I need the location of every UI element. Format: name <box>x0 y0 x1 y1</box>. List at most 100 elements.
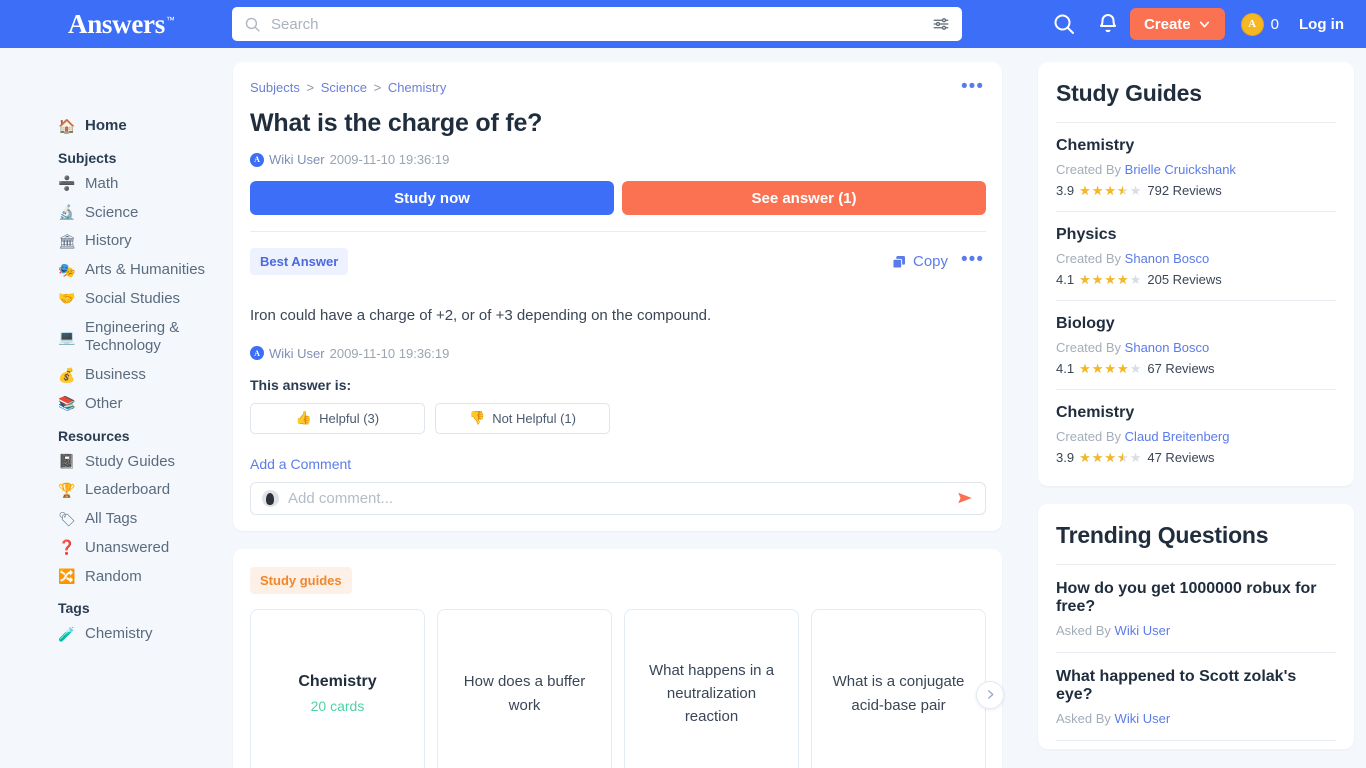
study-guide-card[interactable]: How does a buffer work <box>437 608 612 768</box>
sidebar-item-social-studies[interactable]: 🤝 Social Studies <box>0 285 233 314</box>
add-a-comment-link[interactable]: Add a Comment <box>250 456 351 472</box>
not-helpful-button[interactable]: 👎 Not Helpful (1) <box>435 402 610 434</box>
rating-value: 3.9 <box>1056 183 1075 198</box>
sidebar-item-home[interactable]: 🏠 Home <box>0 112 233 141</box>
asker-link[interactable]: Wiki User <box>1115 623 1171 638</box>
rating-value: 3.9 <box>1056 450 1075 465</box>
site-logo[interactable]: Answers™ <box>68 10 175 38</box>
study-guide-card[interactable]: Chemistry 20 cards <box>250 608 425 768</box>
sidebar-item-arts-humanities[interactable]: 🎭 Arts & Humanities <box>0 256 233 285</box>
left-sidebar: 🏠 Home Subjects ➗ Math 🔬 Science 🏛 Histo… <box>0 48 233 768</box>
status-badge: Best Answer <box>250 248 349 275</box>
question-more-options-button[interactable]: ••• <box>959 77 986 98</box>
see-answer-button[interactable]: See answer (1) <box>622 181 986 215</box>
sidebar-item-label: Social Studies <box>85 289 181 307</box>
laptop-icon: 💻 <box>58 328 76 345</box>
sidebar-heading-resources: Resources <box>58 427 130 444</box>
shuffle-icon: 🔀 <box>58 568 76 585</box>
sidebar-item-unanswered[interactable]: ❓ Unanswered <box>0 534 233 563</box>
sidebar-item-label: Arts & Humanities <box>85 261 206 278</box>
sidebar-item-random[interactable]: 🔀 Random <box>0 563 233 592</box>
breadcrumb-item-chemistry[interactable]: Chemistry <box>388 80 447 95</box>
sidebar-item-label: Business <box>85 366 146 383</box>
helpful-button[interactable]: 👍 Helpful (3) <box>250 402 425 434</box>
thumbs-up-icon: 👍 <box>295 410 313 425</box>
reviews-count: 792 Reviews <box>1147 183 1222 198</box>
sidebar-item-other[interactable]: 📚 Other <box>0 390 233 419</box>
study-guide-name[interactable]: Chemistry <box>1056 404 1336 422</box>
rating-row: 3.9 ★★★★★★★★★★ 47 Reviews <box>1056 450 1336 465</box>
study-guide-card[interactable]: What happens in a neutralization reactio… <box>624 608 799 768</box>
study-guide-card[interactable]: What is a conjugate acid-base pair <box>811 608 986 768</box>
creator-link[interactable]: Shanon Bosco <box>1125 251 1210 266</box>
question-action-buttons: Study now See answer (1) <box>250 181 986 215</box>
rating-row: 4.1 ★★★★★★★★★★ 67 Reviews <box>1056 361 1336 376</box>
question-author[interactable]: Wiki User <box>269 152 325 167</box>
sidebar-item-label: Study Guides <box>85 452 176 470</box>
study-guide-name[interactable]: Physics <box>1056 226 1336 244</box>
tag-icon: 🏷 <box>58 510 76 527</box>
carousel-next-button[interactable] <box>976 680 1004 709</box>
trending-questions-heading: Trending Questions <box>1056 522 1269 548</box>
answer-more-options-button[interactable]: ••• <box>959 250 986 271</box>
rating-value: 4.1 <box>1056 361 1075 376</box>
sidebar-item-math[interactable]: ➗ Math <box>0 170 233 199</box>
breadcrumb-item-subjects[interactable]: Subjects <box>250 80 300 95</box>
study-guide-name[interactable]: Biology <box>1056 315 1336 333</box>
page-title: What is the charge of fe? <box>250 109 543 137</box>
trending-question[interactable]: What happened to Scott zolak's eye? <box>1056 668 1336 704</box>
points-badge[interactable]: A 0 <box>1240 12 1279 36</box>
list-item: Chemistry Created By Brielle Cruickshank… <box>1056 123 1336 212</box>
trending-questions-panel: Trending Questions How do you get 100000… <box>1038 504 1354 749</box>
creator-link[interactable]: Brielle Cruickshank <box>1125 162 1236 177</box>
asker-link[interactable]: Wiki User <box>1115 711 1171 726</box>
trending-question[interactable]: How do you get 1000000 robux for free? <box>1056 580 1336 616</box>
coin-count: 0 <box>1270 15 1279 33</box>
sidebar-item-science[interactable]: 🔬 Science <box>0 199 233 228</box>
study-guides-tag[interactable]: Study guides <box>250 566 352 594</box>
reviews-count: 47 Reviews <box>1147 450 1215 465</box>
sidebar-item-business[interactable]: 💰 Business <box>0 361 233 390</box>
sidebar-item-leaderboard[interactable]: 🏆 Leaderboard <box>0 476 233 505</box>
sidebar-item-all-tags[interactable]: 🏷 All Tags <box>0 505 233 534</box>
not-helpful-label: Not Helpful (1) <box>492 410 576 426</box>
sidebar-item-label: Other <box>85 394 123 412</box>
login-button[interactable]: Log in <box>1299 16 1344 33</box>
copy-button[interactable]: Copy <box>891 253 948 270</box>
microscope-icon: 🔬 <box>58 204 76 221</box>
breadcrumb-separator: > <box>306 80 315 95</box>
header-search-button[interactable] <box>1042 12 1086 36</box>
sidebar-item-history[interactable]: 🏛 History <box>0 227 233 256</box>
search-input[interactable] <box>271 15 932 33</box>
creator-link[interactable]: Claud Breitenberg <box>1125 429 1230 444</box>
study-guide-question: How does a buffer work <box>463 673 586 714</box>
sidebar-item-tag-chemistry[interactable]: 🧪 Chemistry <box>0 620 233 649</box>
search-bar[interactable] <box>232 7 962 41</box>
answer-text: Iron could have a charge of +2, or of +3… <box>250 307 712 324</box>
answer-author[interactable]: Wiki User <box>269 346 325 361</box>
notifications-button[interactable] <box>1086 12 1130 36</box>
breadcrumb-item-science[interactable]: Science <box>321 80 367 95</box>
create-button[interactable]: Create <box>1129 8 1225 40</box>
send-icon[interactable] <box>956 489 974 507</box>
sidebar-item-study-guides[interactable]: 📓 Study Guides <box>0 448 233 477</box>
study-now-button[interactable]: Study now <box>250 181 614 215</box>
study-guide-name[interactable]: Chemistry <box>1056 137 1336 155</box>
logo-trademark: ™ <box>165 14 175 25</box>
rating-prompt: This answer is: <box>250 376 352 393</box>
sidebar-item-label: Home <box>85 117 127 134</box>
creator-link[interactable]: Shanon Bosco <box>1125 340 1210 355</box>
coin-icon: A <box>1240 12 1264 36</box>
books-icon: 📚 <box>58 395 76 412</box>
list-item: Chemistry Created By Claud Breitenberg 3… <box>1056 390 1336 478</box>
top-header: Answers™ Create <box>0 0 1366 48</box>
comment-input-row[interactable] <box>250 481 986 515</box>
filter-icon[interactable] <box>932 15 950 33</box>
rating-row: 4.1 ★★★★★★★★★★ 205 Reviews <box>1056 272 1336 287</box>
reviews-count: 205 Reviews <box>1147 272 1222 287</box>
created-by-label: Created By <box>1056 162 1122 177</box>
sidebar-heading-subjects: Subjects <box>58 149 117 166</box>
sidebar-item-engineering-technology[interactable]: 💻 Engineering & Technology <box>0 314 233 362</box>
list-item: Biology Created By Shanon Bosco 4.1 ★★★★… <box>1056 301 1336 390</box>
comment-input[interactable] <box>288 489 947 507</box>
